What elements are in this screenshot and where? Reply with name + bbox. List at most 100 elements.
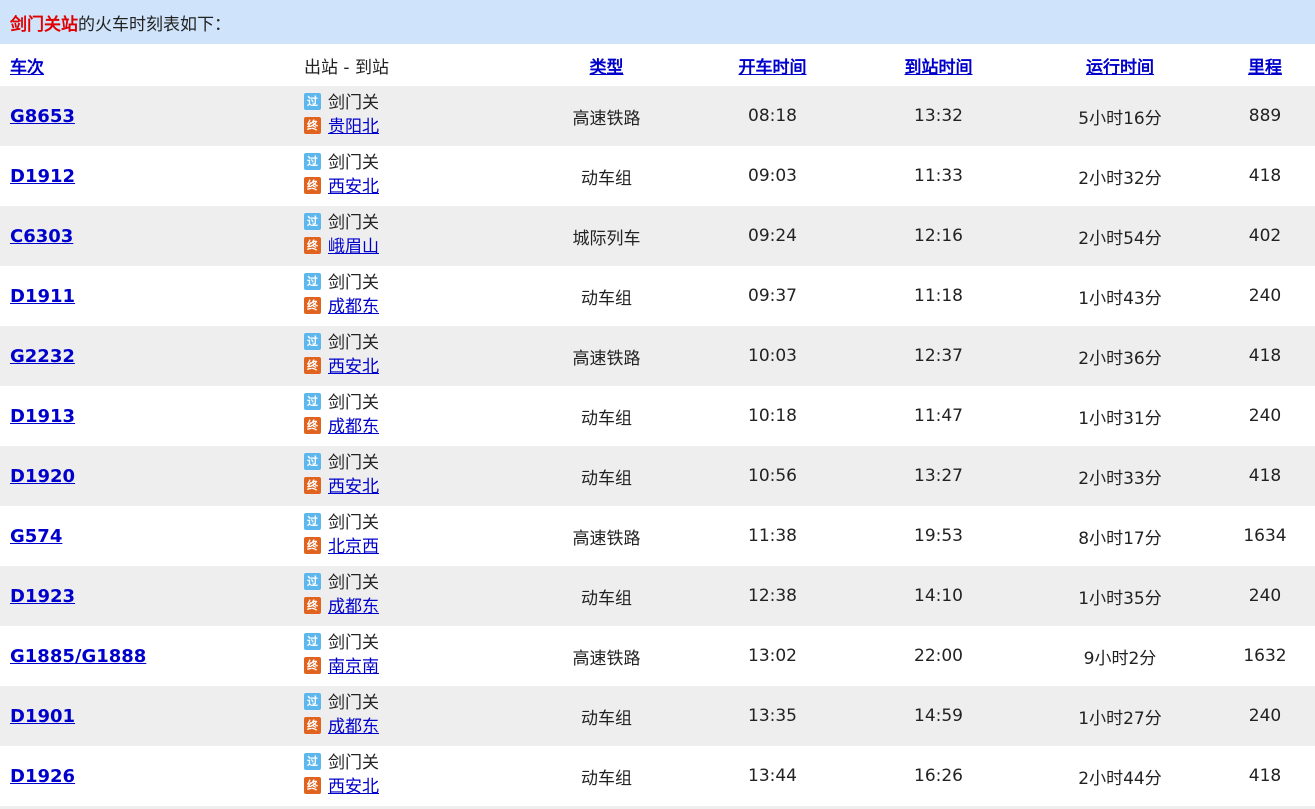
sort-depart-link[interactable]: 开车时间: [739, 58, 807, 78]
terminal-line: 终成都东: [304, 415, 520, 439]
run-duration: 2小时32分: [1078, 168, 1162, 189]
depart-time: 09:37: [748, 286, 797, 306]
distance-km: 240: [1248, 286, 1282, 306]
terminal-station-link[interactable]: 成都东: [328, 595, 379, 619]
terminal-station-link[interactable]: 西安北: [328, 175, 379, 199]
distance-km: 418: [1248, 346, 1282, 366]
origin-line: 过剑门关: [304, 691, 520, 715]
distance-km: 402: [1248, 226, 1282, 246]
table-row: D1911 过剑门关终成都东 动车组 09:37 11:18 1小时43分 240: [0, 266, 1315, 326]
run-duration: 8小时17分: [1078, 528, 1162, 549]
terminal-station-icon: 终: [304, 416, 321, 434]
terminal-station-link[interactable]: 成都东: [328, 715, 379, 739]
train-number-cell: D1926: [0, 766, 304, 787]
terminal-line: 终南京南: [304, 655, 520, 679]
table-row: G8653 过剑门关终贵阳北 高速铁路 08:18 13:32 5小时16分 889: [0, 86, 1315, 146]
route-cell: 过剑门关终贵阳北: [304, 91, 520, 139]
header-type-cell: 类型: [520, 53, 693, 78]
train-number-link[interactable]: D1926: [10, 766, 75, 787]
arrive-time: 19:53: [914, 526, 963, 546]
run-duration: 2小时33分: [1078, 468, 1162, 489]
arrive-time: 14:10: [914, 586, 963, 606]
terminal-station-icon: 终: [304, 116, 321, 134]
train-number-link[interactable]: G1885/G1888: [10, 646, 146, 667]
depart-time: 13:02: [748, 646, 797, 666]
depart-time: 10:03: [748, 346, 797, 366]
sort-train-no-link[interactable]: 车次: [10, 58, 44, 78]
terminal-station-link[interactable]: 南京南: [328, 655, 379, 679]
terminal-station-link[interactable]: 西安北: [328, 355, 379, 379]
train-number-cell: D1923: [0, 586, 304, 607]
terminal-station-icon: 终: [304, 356, 321, 374]
train-number-cell: G574: [0, 526, 304, 547]
station-name: 剑门关站: [10, 14, 78, 35]
train-number-link[interactable]: G8653: [10, 106, 75, 127]
terminal-line: 终成都东: [304, 595, 520, 619]
origin-station: 剑门关: [328, 393, 379, 413]
depart-time: 09:24: [748, 226, 797, 246]
arrive-time: 14:59: [914, 706, 963, 726]
pass-station-icon: 过: [304, 392, 321, 410]
table-row: D1912 过剑门关终西安北 动车组 09:03 11:33 2小时32分 418: [0, 146, 1315, 206]
table-row: D1923 过剑门关终成都东 动车组 12:38 14:10 1小时35分 240: [0, 566, 1315, 626]
terminal-station-link[interactable]: 贵阳北: [328, 115, 379, 139]
table-row: G2232 过剑门关终西安北 高速铁路 10:03 12:37 2小时36分 418: [0, 326, 1315, 386]
origin-line: 过剑门关: [304, 211, 520, 235]
terminal-station-link[interactable]: 西安北: [328, 475, 379, 499]
timetable-body: G8653 过剑门关终贵阳北 高速铁路 08:18 13:32 5小时16分 889 D191…: [0, 86, 1315, 806]
route-stations: 过剑门关终成都东: [304, 271, 520, 319]
origin-station: 剑门关: [328, 753, 379, 773]
sort-arrive-link[interactable]: 到站时间: [905, 58, 973, 78]
terminal-station-link[interactable]: 成都东: [328, 415, 379, 439]
train-number-link[interactable]: D1911: [10, 286, 75, 307]
origin-station: 剑门关: [328, 213, 379, 233]
origin-line: 过剑门关: [304, 451, 520, 475]
terminal-line: 终西安北: [304, 355, 520, 379]
train-number-link[interactable]: G2232: [10, 346, 75, 367]
distance-km: 418: [1248, 166, 1282, 186]
distance-km: 889: [1248, 106, 1282, 126]
terminal-station-icon: 终: [304, 656, 321, 674]
terminal-station-link[interactable]: 成都东: [328, 295, 379, 319]
train-number-link[interactable]: D1920: [10, 466, 75, 487]
table-row: D1913 过剑门关终成都东 动车组 10:18 11:47 1小时31分 240: [0, 386, 1315, 446]
route-stations: 过剑门关终贵阳北: [304, 91, 520, 139]
terminal-station-icon: 终: [304, 716, 321, 734]
distance-km: 240: [1248, 706, 1282, 726]
table-row: G574 过剑门关终北京西 高速铁路 11:38 19:53 8小时17分 1634: [0, 506, 1315, 566]
distance-km: 240: [1248, 586, 1282, 606]
pass-station-icon: 过: [304, 512, 321, 530]
sort-type-link[interactable]: 类型: [590, 58, 624, 78]
terminal-station-icon: 终: [304, 236, 321, 254]
train-number-link[interactable]: D1912: [10, 166, 75, 187]
terminal-station-link[interactable]: 西安北: [328, 775, 379, 799]
route-cell: 过剑门关终成都东: [304, 691, 520, 739]
train-number-cell: C6303: [0, 226, 304, 247]
pass-station-icon: 过: [304, 332, 321, 350]
train-type: 城际列车: [572, 228, 641, 249]
terminal-line: 终北京西: [304, 535, 520, 559]
train-number-link[interactable]: D1901: [10, 706, 75, 727]
header-route: 出站 - 到站: [304, 57, 389, 78]
train-number-link[interactable]: G574: [10, 526, 62, 547]
train-number-link[interactable]: D1923: [10, 586, 75, 607]
sort-distance-link[interactable]: 里程: [1248, 58, 1282, 78]
pass-station-icon: 过: [304, 752, 321, 770]
train-number-link[interactable]: D1913: [10, 406, 75, 427]
train-number-link[interactable]: C6303: [10, 226, 73, 247]
origin-line: 过剑门关: [304, 331, 520, 355]
route-cell: 过剑门关终成都东: [304, 392, 520, 439]
terminal-station-link[interactable]: 北京西: [328, 535, 379, 559]
train-number-cell: D1920: [0, 466, 304, 487]
train-type: 动车组: [581, 288, 632, 309]
header-depart-cell: 开车时间: [693, 53, 852, 78]
train-number-cell: G8653: [0, 106, 304, 127]
distance-km: 1632: [1243, 646, 1287, 666]
terminal-station-link[interactable]: 峨眉山: [328, 235, 379, 259]
origin-station: 剑门关: [328, 633, 379, 653]
terminal-line: 终成都东: [304, 295, 520, 319]
sort-duration-link[interactable]: 运行时间: [1086, 58, 1154, 78]
terminal-line: 终峨眉山: [304, 235, 520, 259]
origin-station: 剑门关: [328, 453, 379, 473]
distance-km: 418: [1248, 766, 1282, 786]
